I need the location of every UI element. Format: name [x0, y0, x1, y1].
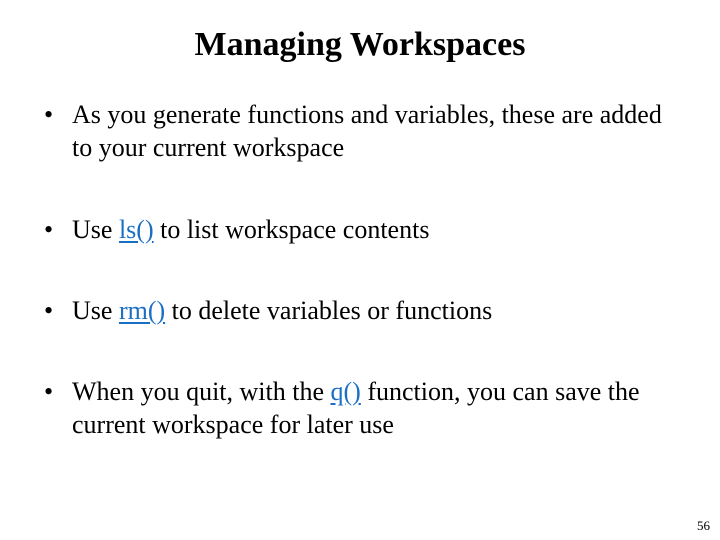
bullet-text-post: to delete variables or functions [165, 296, 492, 325]
fn-q: q() [331, 377, 361, 406]
list-item: When you quit, with the q() function, yo… [42, 375, 678, 442]
bullet-text-pre: Use [72, 215, 119, 244]
bullet-list: As you generate functions and variables,… [42, 98, 678, 442]
slide-title: Managing Workspaces [42, 26, 678, 64]
bullet-text-pre: When you quit, with the [72, 377, 331, 406]
fn-rm: rm() [119, 296, 165, 325]
list-item: Use rm() to delete variables or function… [42, 294, 678, 327]
fn-ls: ls() [119, 215, 154, 244]
bullet-text-pre: Use [72, 296, 119, 325]
page-number: 56 [697, 518, 710, 534]
bullet-text-post: to list workspace contents [154, 215, 430, 244]
slide: Managing Workspaces As you generate func… [0, 0, 720, 540]
list-item: As you generate functions and variables,… [42, 98, 678, 165]
bullet-text: As you generate functions and variables,… [72, 100, 662, 162]
list-item: Use ls() to list workspace contents [42, 213, 678, 246]
